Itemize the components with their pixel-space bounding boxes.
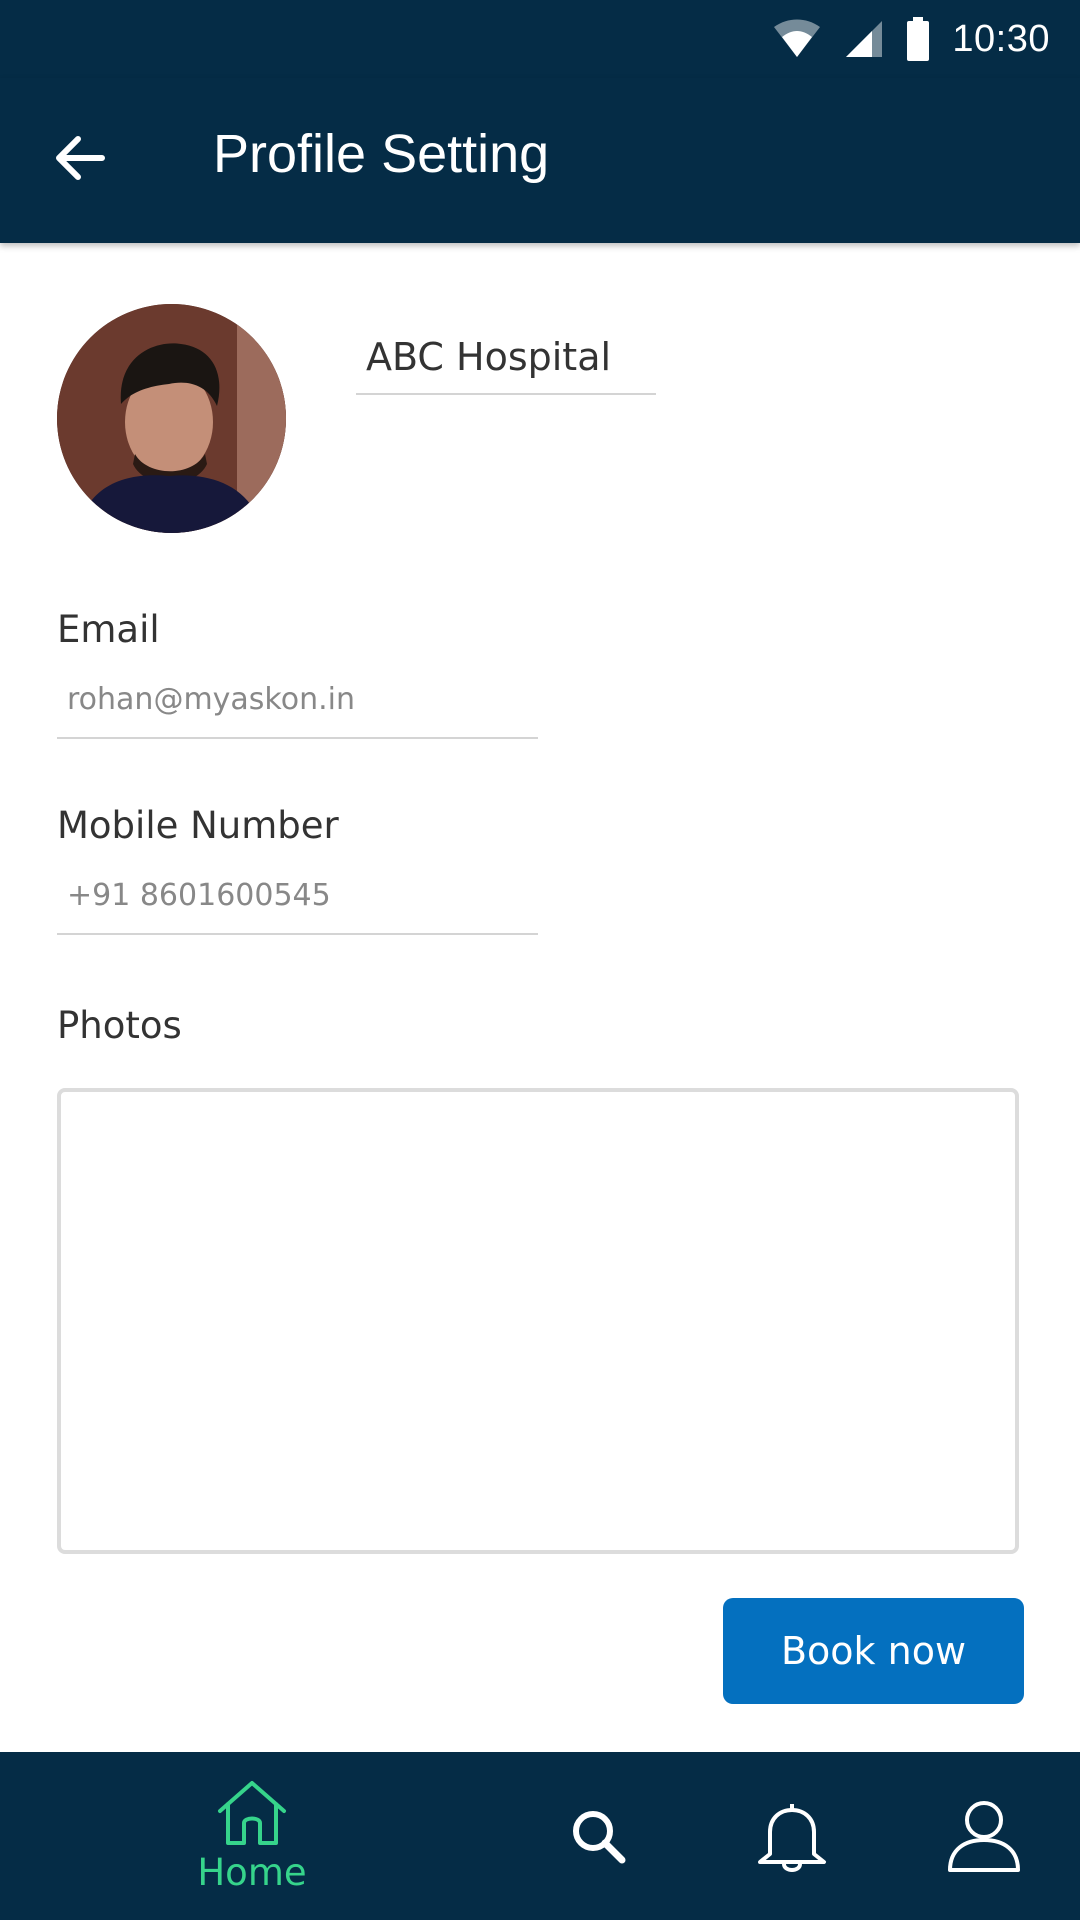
email-field[interactable]: rohan@myaskon.in [57,677,538,739]
search-icon [573,1811,626,1864]
book-now-button[interactable]: Book now [723,1598,1024,1704]
nav-item-profile[interactable] [940,1752,1028,1920]
wifi-icon [774,19,821,57]
battery-icon [907,17,930,61]
mobile-number-value: +91 8601600545 [67,878,331,913]
hospital-name-field[interactable]: ABC Hospital [356,325,656,395]
nav-item-home[interactable]: Home [180,1752,324,1920]
home-icon [218,1780,286,1845]
nav-item-search[interactable] [556,1752,640,1920]
user-icon [948,1801,1020,1872]
profile-photo [57,304,286,533]
status-icons: 10:30 [772,14,1050,64]
cellular-signal-icon [846,21,883,57]
arrow-left-icon[interactable] [52,130,108,186]
email-value: rohan@myaskon.in [67,682,355,717]
status-bar: 10:30 [0,0,1080,78]
bottom-nav: Home [0,1752,1080,1920]
page-title: Profile Setting [213,124,550,184]
bell-icon [758,1804,826,1872]
avatar[interactable] [57,304,286,533]
email-label: Email [57,608,160,651]
mobile-number-field[interactable]: +91 8601600545 [57,873,538,935]
photos-label: Photos [57,1004,182,1047]
nav-label-home: Home [197,1850,307,1894]
photos-upload-area[interactable] [57,1088,1019,1554]
status-time: 10:30 [952,17,1050,60]
nav-item-notifications[interactable] [748,1752,836,1920]
mobile-number-label: Mobile Number [57,804,339,847]
hospital-name-value: ABC Hospital [366,335,612,379]
app-bar: Profile Setting [0,78,1080,243]
